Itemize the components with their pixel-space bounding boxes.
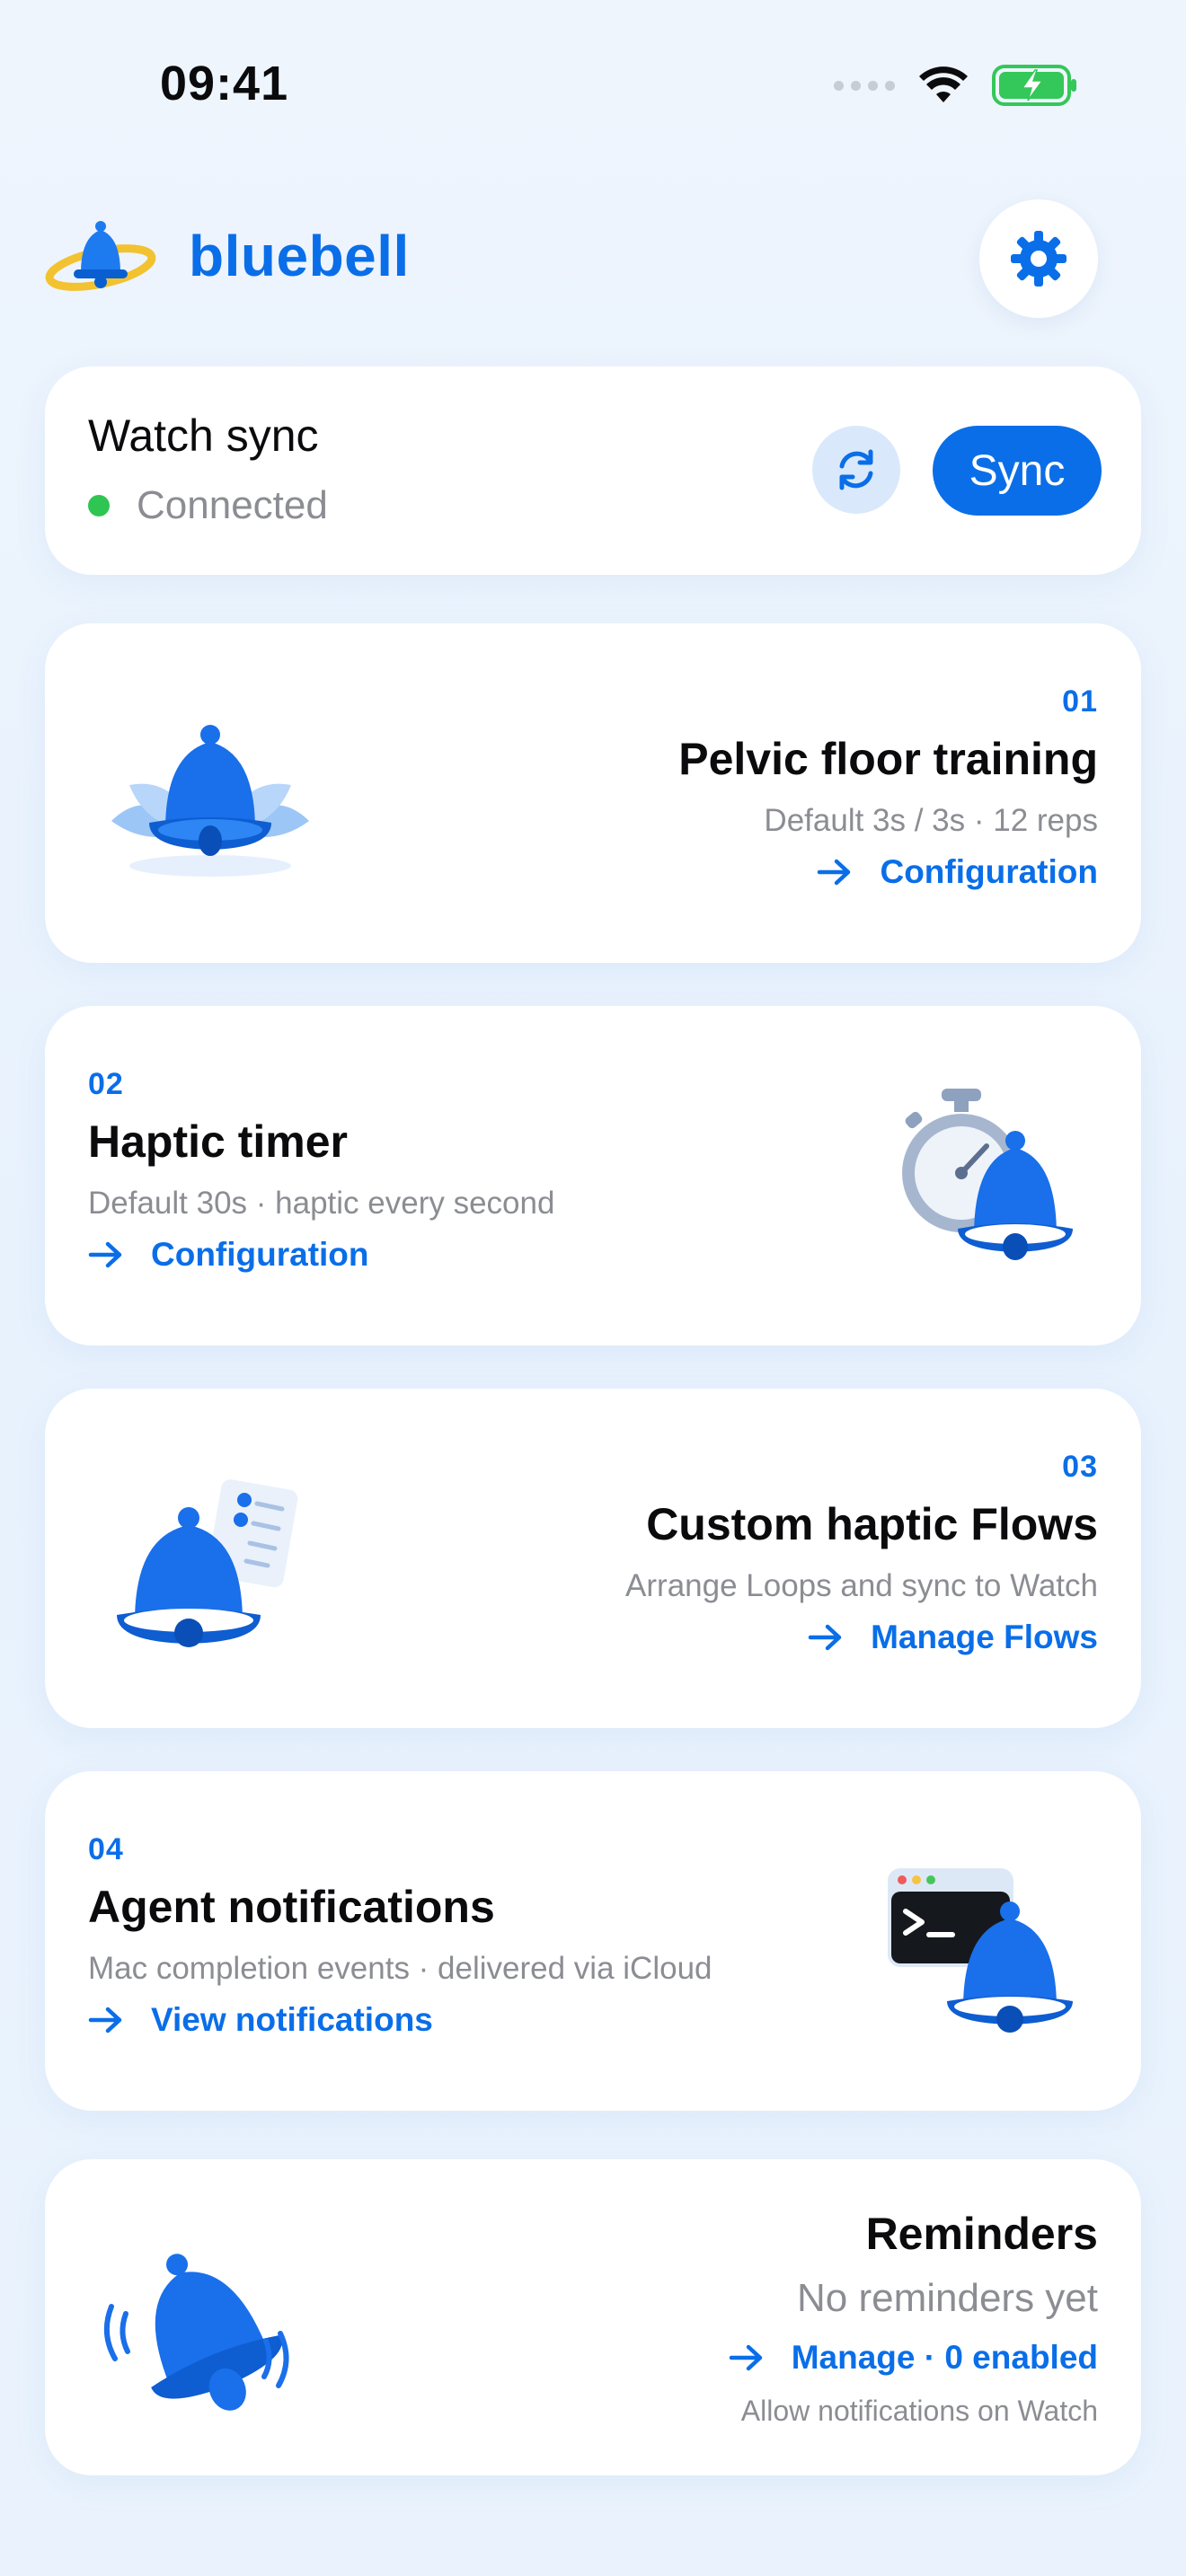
lotus-bell-icon [111, 725, 309, 877]
cellular-signal-icon [834, 80, 895, 91]
manage-flows-link-label: Manage Flows [871, 1619, 1098, 1655]
gear-icon [1011, 231, 1067, 287]
feature-number: 01 [1062, 684, 1098, 719]
bluebell-logo-icon [45, 221, 156, 291]
arrow-right-icon [88, 2007, 122, 2033]
reminders-card[interactable]: Reminders No reminders yet Manage · 0 en… [45, 2159, 1141, 2475]
ringing-bell-icon [103, 2254, 289, 2411]
reminders-note: Allow notifications on Watch [740, 2395, 1098, 2427]
configuration-link[interactable]: Configuration [817, 853, 1098, 891]
reminders-title: Reminders [865, 2209, 1098, 2259]
feature-number: 02 [88, 1067, 124, 1101]
arrow-right-icon [818, 859, 851, 886]
wifi-icon [919, 66, 968, 102]
settings-button[interactable] [979, 199, 1098, 318]
manage-flows-link[interactable]: Manage Flows [808, 1619, 1098, 1656]
connection-status-text: Connected [137, 483, 328, 527]
reminders-subtitle: No reminders yet [796, 2276, 1098, 2320]
feature-subtitle: Default 3s / 3s · 12 reps [764, 803, 1098, 838]
pelvic-floor-training-card[interactable]: 01 Pelvic floor training Default 3s / 3s… [45, 623, 1141, 963]
watch-sync-title: Watch sync [88, 410, 319, 461]
manage-reminders-link-label: Manage · 0 enabled [791, 2339, 1098, 2376]
configuration-link-label: Configuration [151, 1236, 369, 1273]
feature-subtitle: Arrange Loops and sync to Watch [625, 1568, 1098, 1603]
checklist-bell-icon [117, 1479, 298, 1647]
feature-title: Pelvic floor training [678, 734, 1098, 784]
view-notifications-link[interactable]: View notifications [88, 2001, 433, 2039]
connected-dot-icon [88, 495, 110, 516]
arrow-right-icon [729, 2344, 762, 2371]
status-icons [834, 63, 1078, 108]
feature-title: Haptic timer [88, 1116, 348, 1167]
terminal-bell-icon [888, 1868, 1073, 2033]
sync-button[interactable]: Sync [933, 426, 1102, 516]
connection-status: Connected [88, 483, 328, 528]
stopwatch-bell-icon [902, 1089, 1073, 1260]
app-brand: bluebell [189, 224, 410, 288]
feature-number: 04 [88, 1832, 124, 1866]
arrow-right-icon [88, 1241, 122, 1268]
refresh-icon [839, 449, 873, 490]
view-notifications-link-label: View notifications [151, 2001, 433, 2038]
refresh-button[interactable] [812, 426, 900, 514]
arrow-right-icon [808, 1624, 842, 1651]
watch-sync-card: Watch sync Connected Sync [45, 366, 1141, 575]
status-time: 09:41 [160, 57, 289, 110]
feature-number: 03 [1062, 1450, 1098, 1484]
feature-title: Custom haptic Flows [646, 1499, 1098, 1549]
feature-subtitle: Default 30s · haptic every second [88, 1186, 555, 1221]
configuration-link-label: Configuration [880, 853, 1098, 890]
custom-haptic-flows-card[interactable]: 03 Custom haptic Flows Arrange Loops and… [45, 1389, 1141, 1728]
feature-subtitle: Mac completion events · delivered via iC… [88, 1951, 712, 1986]
haptic-timer-card[interactable]: 02 Haptic timer Default 30s · haptic eve… [45, 1006, 1141, 1345]
feature-title: Agent notifications [88, 1882, 495, 1932]
manage-reminders-link[interactable]: Manage · 0 enabled [729, 2339, 1098, 2377]
agent-notifications-card[interactable]: 04 Agent notifications Mac completion ev… [45, 1771, 1141, 2111]
battery-charging-icon [992, 65, 1076, 106]
configuration-link[interactable]: Configuration [88, 1236, 369, 1274]
